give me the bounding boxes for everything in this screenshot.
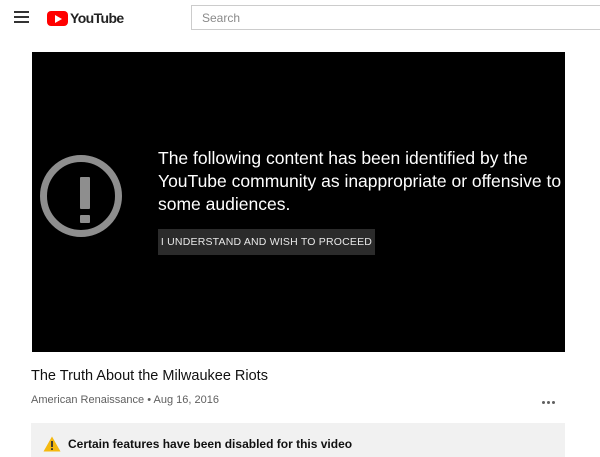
channel-name[interactable]: American Renaissance — [31, 394, 144, 406]
more-options-icon[interactable] — [541, 395, 557, 409]
proceed-button[interactable]: I UNDERSTAND AND WISH TO PROCEED — [158, 229, 375, 255]
warning-triangle-icon — [43, 436, 61, 452]
notice-text: Certain features have been disabled for … — [68, 437, 353, 451]
video-player: The following content has been identifie… — [32, 52, 565, 352]
disabled-features-notice: Certain features have been disabled for … — [31, 423, 565, 457]
youtube-page: YouTube Search The following content has… — [0, 0, 600, 457]
content-warning-message: The following content has been identifie… — [158, 148, 562, 214]
video-title: The Truth About the Milwaukee Riots — [31, 368, 268, 384]
search-input[interactable]: Search — [191, 5, 600, 30]
meta-separator: • — [147, 394, 152, 406]
youtube-logo[interactable]: YouTube — [47, 8, 124, 28]
exclamation-circle-icon — [40, 155, 122, 237]
menu-icon[interactable] — [14, 11, 29, 23]
logo-text: YouTube — [70, 10, 124, 26]
play-logo-icon — [47, 10, 68, 26]
upload-date: Aug 16, 2016 — [153, 394, 219, 406]
video-meta: American Renaissance • Aug 16, 2016 — [31, 394, 219, 406]
